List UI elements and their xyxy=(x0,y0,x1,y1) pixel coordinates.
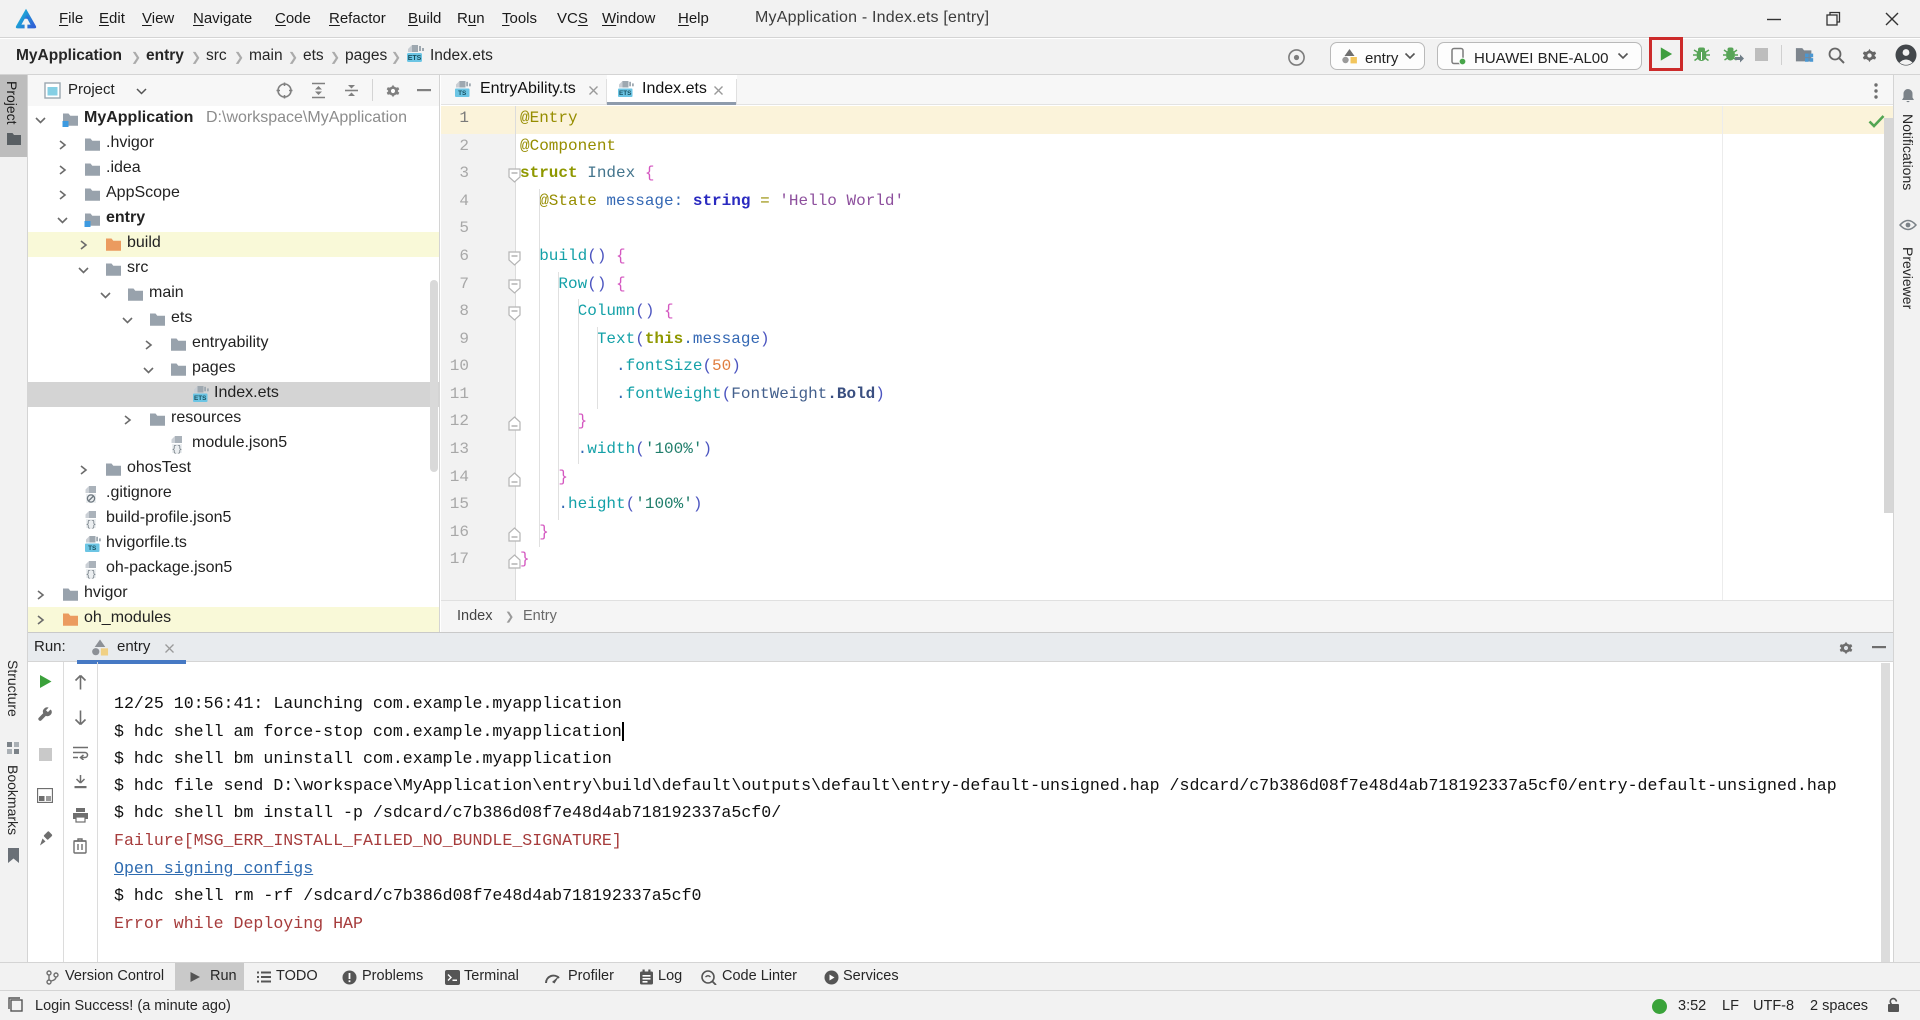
svg-text:{}: {} xyxy=(86,520,97,530)
svg-text:TS: TS xyxy=(88,545,97,552)
svg-text:ETS: ETS xyxy=(408,55,422,62)
svg-text:ETS: ETS xyxy=(619,90,632,97)
svg-text:TS: TS xyxy=(458,90,467,97)
svg-text:{}: {} xyxy=(86,570,97,580)
svg-text:ETS: ETS xyxy=(194,395,207,402)
svg-text:{}: {} xyxy=(172,445,183,455)
